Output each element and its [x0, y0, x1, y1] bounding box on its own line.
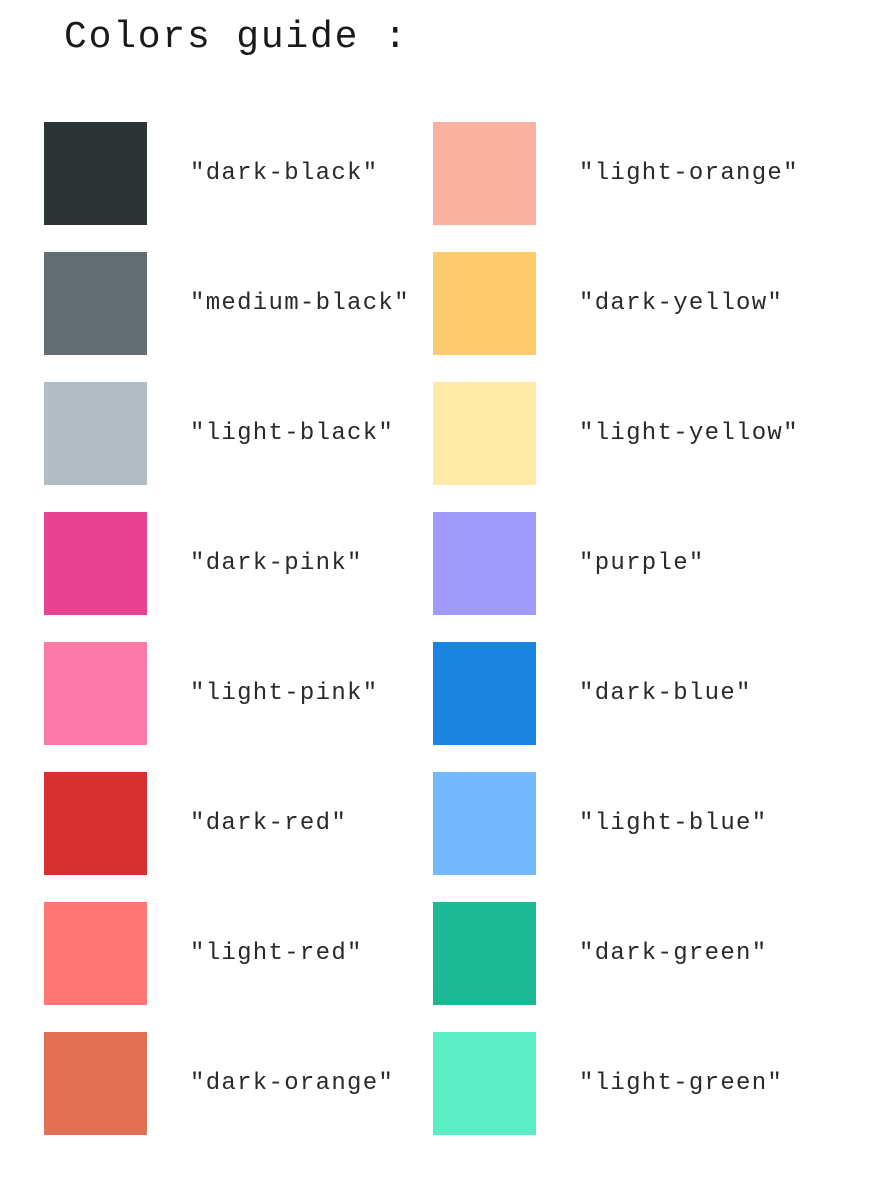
color-item: "dark-orange" — [44, 1032, 410, 1135]
color-item: "dark-green" — [433, 902, 799, 1005]
color-swatch — [433, 122, 536, 225]
page-title: Colors guide : — [64, 16, 409, 59]
color-label: "dark-yellow" — [579, 290, 784, 317]
color-label: "light-green" — [579, 1070, 784, 1097]
color-swatch — [44, 122, 147, 225]
color-label: "dark-black" — [190, 160, 379, 187]
color-swatch — [44, 252, 147, 355]
color-item: "dark-red" — [44, 772, 410, 875]
color-label: "light-yellow" — [579, 420, 799, 447]
color-item: "dark-black" — [44, 122, 410, 225]
color-item: "medium-black" — [44, 252, 410, 355]
color-item: "dark-pink" — [44, 512, 410, 615]
color-item: "dark-yellow" — [433, 252, 799, 355]
color-swatch — [433, 512, 536, 615]
color-label: "dark-orange" — [190, 1070, 395, 1097]
color-item: "light-orange" — [433, 122, 799, 225]
color-swatch — [44, 902, 147, 1005]
color-label: "dark-pink" — [190, 550, 363, 577]
color-label: "light-orange" — [579, 160, 799, 187]
color-item: "purple" — [433, 512, 799, 615]
color-label: "light-black" — [190, 420, 395, 447]
color-label: "medium-black" — [190, 290, 410, 317]
color-item: "light-red" — [44, 902, 410, 1005]
color-swatch — [433, 1032, 536, 1135]
color-swatch — [44, 382, 147, 485]
color-swatch — [433, 902, 536, 1005]
color-swatch — [44, 512, 147, 615]
color-item: "light-pink" — [44, 642, 410, 745]
color-list-left: "dark-black" "medium-black" "light-black" "… — [44, 122, 410, 1162]
color-swatch — [433, 772, 536, 875]
color-swatch — [44, 1032, 147, 1135]
color-label: "light-blue" — [579, 810, 768, 837]
color-swatch — [433, 382, 536, 485]
color-swatch — [44, 772, 147, 875]
color-label: "light-red" — [190, 940, 363, 967]
color-swatch — [433, 252, 536, 355]
color-item: "light-green" — [433, 1032, 799, 1135]
color-list-right: "light-orange" "dark-yellow" "light-yellow… — [433, 122, 799, 1162]
color-item: "dark-blue" — [433, 642, 799, 745]
color-label: "dark-red" — [190, 810, 348, 837]
color-swatch — [433, 642, 536, 745]
color-item: "light-black" — [44, 382, 410, 485]
color-swatch — [44, 642, 147, 745]
color-item: "light-yellow" — [433, 382, 799, 485]
color-label: "dark-green" — [579, 940, 768, 967]
color-label: "purple" — [579, 550, 705, 577]
color-item: "light-blue" — [433, 772, 799, 875]
color-label: "dark-blue" — [579, 680, 752, 707]
color-label: "light-pink" — [190, 680, 379, 707]
